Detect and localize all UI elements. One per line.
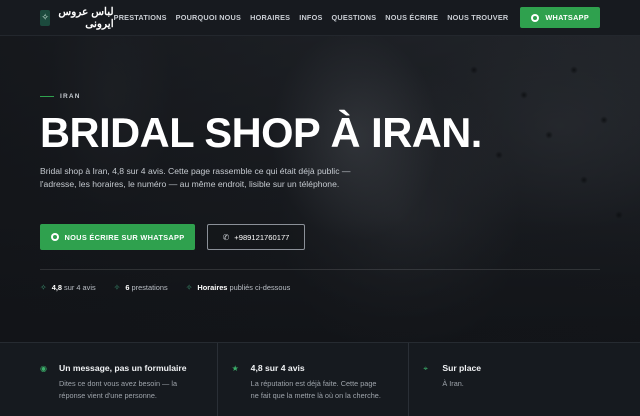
- stat-hours-value: Horaires: [197, 283, 228, 292]
- nav-link-pourquoi-nous[interactable]: POURQUOI NOUS: [176, 13, 241, 22]
- hero-cta-row: NOUS ÉCRIRE SUR WHATSAPP ✆ +989121760177: [40, 224, 305, 250]
- hero-divider: [40, 269, 600, 270]
- whatsapp-icon: [50, 233, 59, 241]
- brand-name: لباس عروس ایرونی: [58, 5, 114, 30]
- whatsapp-icon: [531, 13, 540, 22]
- hero-eyebrow: IRAN: [40, 93, 81, 100]
- sparkle-icon: ✧: [185, 283, 193, 292]
- whatsapp-cta-label: NOUS ÉCRIRE SUR WHATSAPP: [64, 232, 185, 242]
- nav-link-horaires[interactable]: HORAIRES: [250, 13, 290, 22]
- sparkle-icon: ✧: [113, 283, 121, 292]
- phone-icon: ✆: [222, 232, 230, 242]
- stat-hours: ✧ Horaires publiés ci-dessous: [186, 283, 291, 292]
- nav-link-nous-ecrire[interactable]: NOUS ÉCRIRE: [385, 13, 438, 22]
- feature-card-rating: ★ 4,8 sur 4 avis La réputation est déjà …: [218, 343, 410, 416]
- brand[interactable]: ✧ لباس عروس ایرونی: [40, 6, 114, 30]
- stat-services: ✧ 6 prestations: [114, 283, 168, 292]
- feature-text: La réputation est déjà faite. Cette page…: [250, 379, 381, 400]
- chat-icon: ◉: [40, 364, 47, 373]
- hero-eyebrow-label: IRAN: [60, 93, 81, 100]
- brand-logo-icon: ✧: [40, 9, 51, 26]
- phone-number: +989121760177: [234, 232, 290, 242]
- hero-title: BRIDAL SHOP À IRAN.: [40, 109, 482, 156]
- stat-hours-text: publiés ci-dessous: [227, 283, 291, 292]
- nav-whatsapp-button[interactable]: WHATSAPP: [520, 7, 600, 28]
- hero-section: IRAN BRIDAL SHOP À IRAN. Bridal shop à I…: [0, 36, 640, 342]
- stat-services-text: prestations: [129, 283, 168, 292]
- feature-title: Sur place: [442, 363, 482, 373]
- location-pin-icon: ⌖: [423, 364, 428, 373]
- feature-title: Un message, pas un formulaire: [59, 363, 187, 373]
- whatsapp-cta-button[interactable]: NOUS ÉCRIRE SUR WHATSAPP: [40, 224, 195, 250]
- nav-link-prestations[interactable]: PRESTATIONS: [114, 13, 167, 22]
- feature-card-location: ⌖ Sur place À Iran.: [409, 343, 600, 416]
- feature-title: 4,8 sur 4 avis: [250, 363, 305, 373]
- nav-link-nous-trouver[interactable]: NOUS TROUVER: [447, 13, 508, 22]
- nav-link-questions[interactable]: QUESTIONS: [332, 13, 377, 22]
- phone-call-button[interactable]: ✆ +989121760177: [207, 224, 305, 250]
- nav-whatsapp-label: WHATSAPP: [545, 13, 589, 22]
- nav-link-infos[interactable]: INFOS: [299, 13, 322, 22]
- feature-text: À Iran.: [442, 379, 464, 388]
- stat-rating-text: sur 4 avis: [61, 283, 96, 292]
- top-navbar: ✧ لباس عروس ایرونی PRESTATIONS POURQUOI …: [0, 0, 640, 36]
- feature-text: Dites ce dont vous avez besoin — la répo…: [59, 379, 178, 400]
- eyebrow-rule: [40, 96, 54, 97]
- stat-rating: ✧ 4,8 sur 4 avis: [40, 283, 96, 292]
- feature-cards: ◉ Un message, pas un formulaire Dites ce…: [40, 343, 600, 416]
- stat-rating-value: 4,8: [51, 283, 62, 292]
- feature-card-message: ◉ Un message, pas un formulaire Dites ce…: [40, 343, 218, 416]
- features-band: ◉ Un message, pas un formulaire Dites ce…: [0, 342, 640, 416]
- nav-menu: PRESTATIONS POURQUOI NOUS HORAIRES INFOS…: [114, 13, 509, 22]
- sparkle-icon: ✧: [40, 283, 47, 292]
- hero-stats: ✧ 4,8 sur 4 avis ✧ 6 prestations ✧ Horai…: [40, 283, 290, 292]
- hero-description: Bridal shop à Iran, 4,8 sur 4 avis. Cett…: [40, 166, 351, 189]
- star-icon: ★: [231, 364, 239, 373]
